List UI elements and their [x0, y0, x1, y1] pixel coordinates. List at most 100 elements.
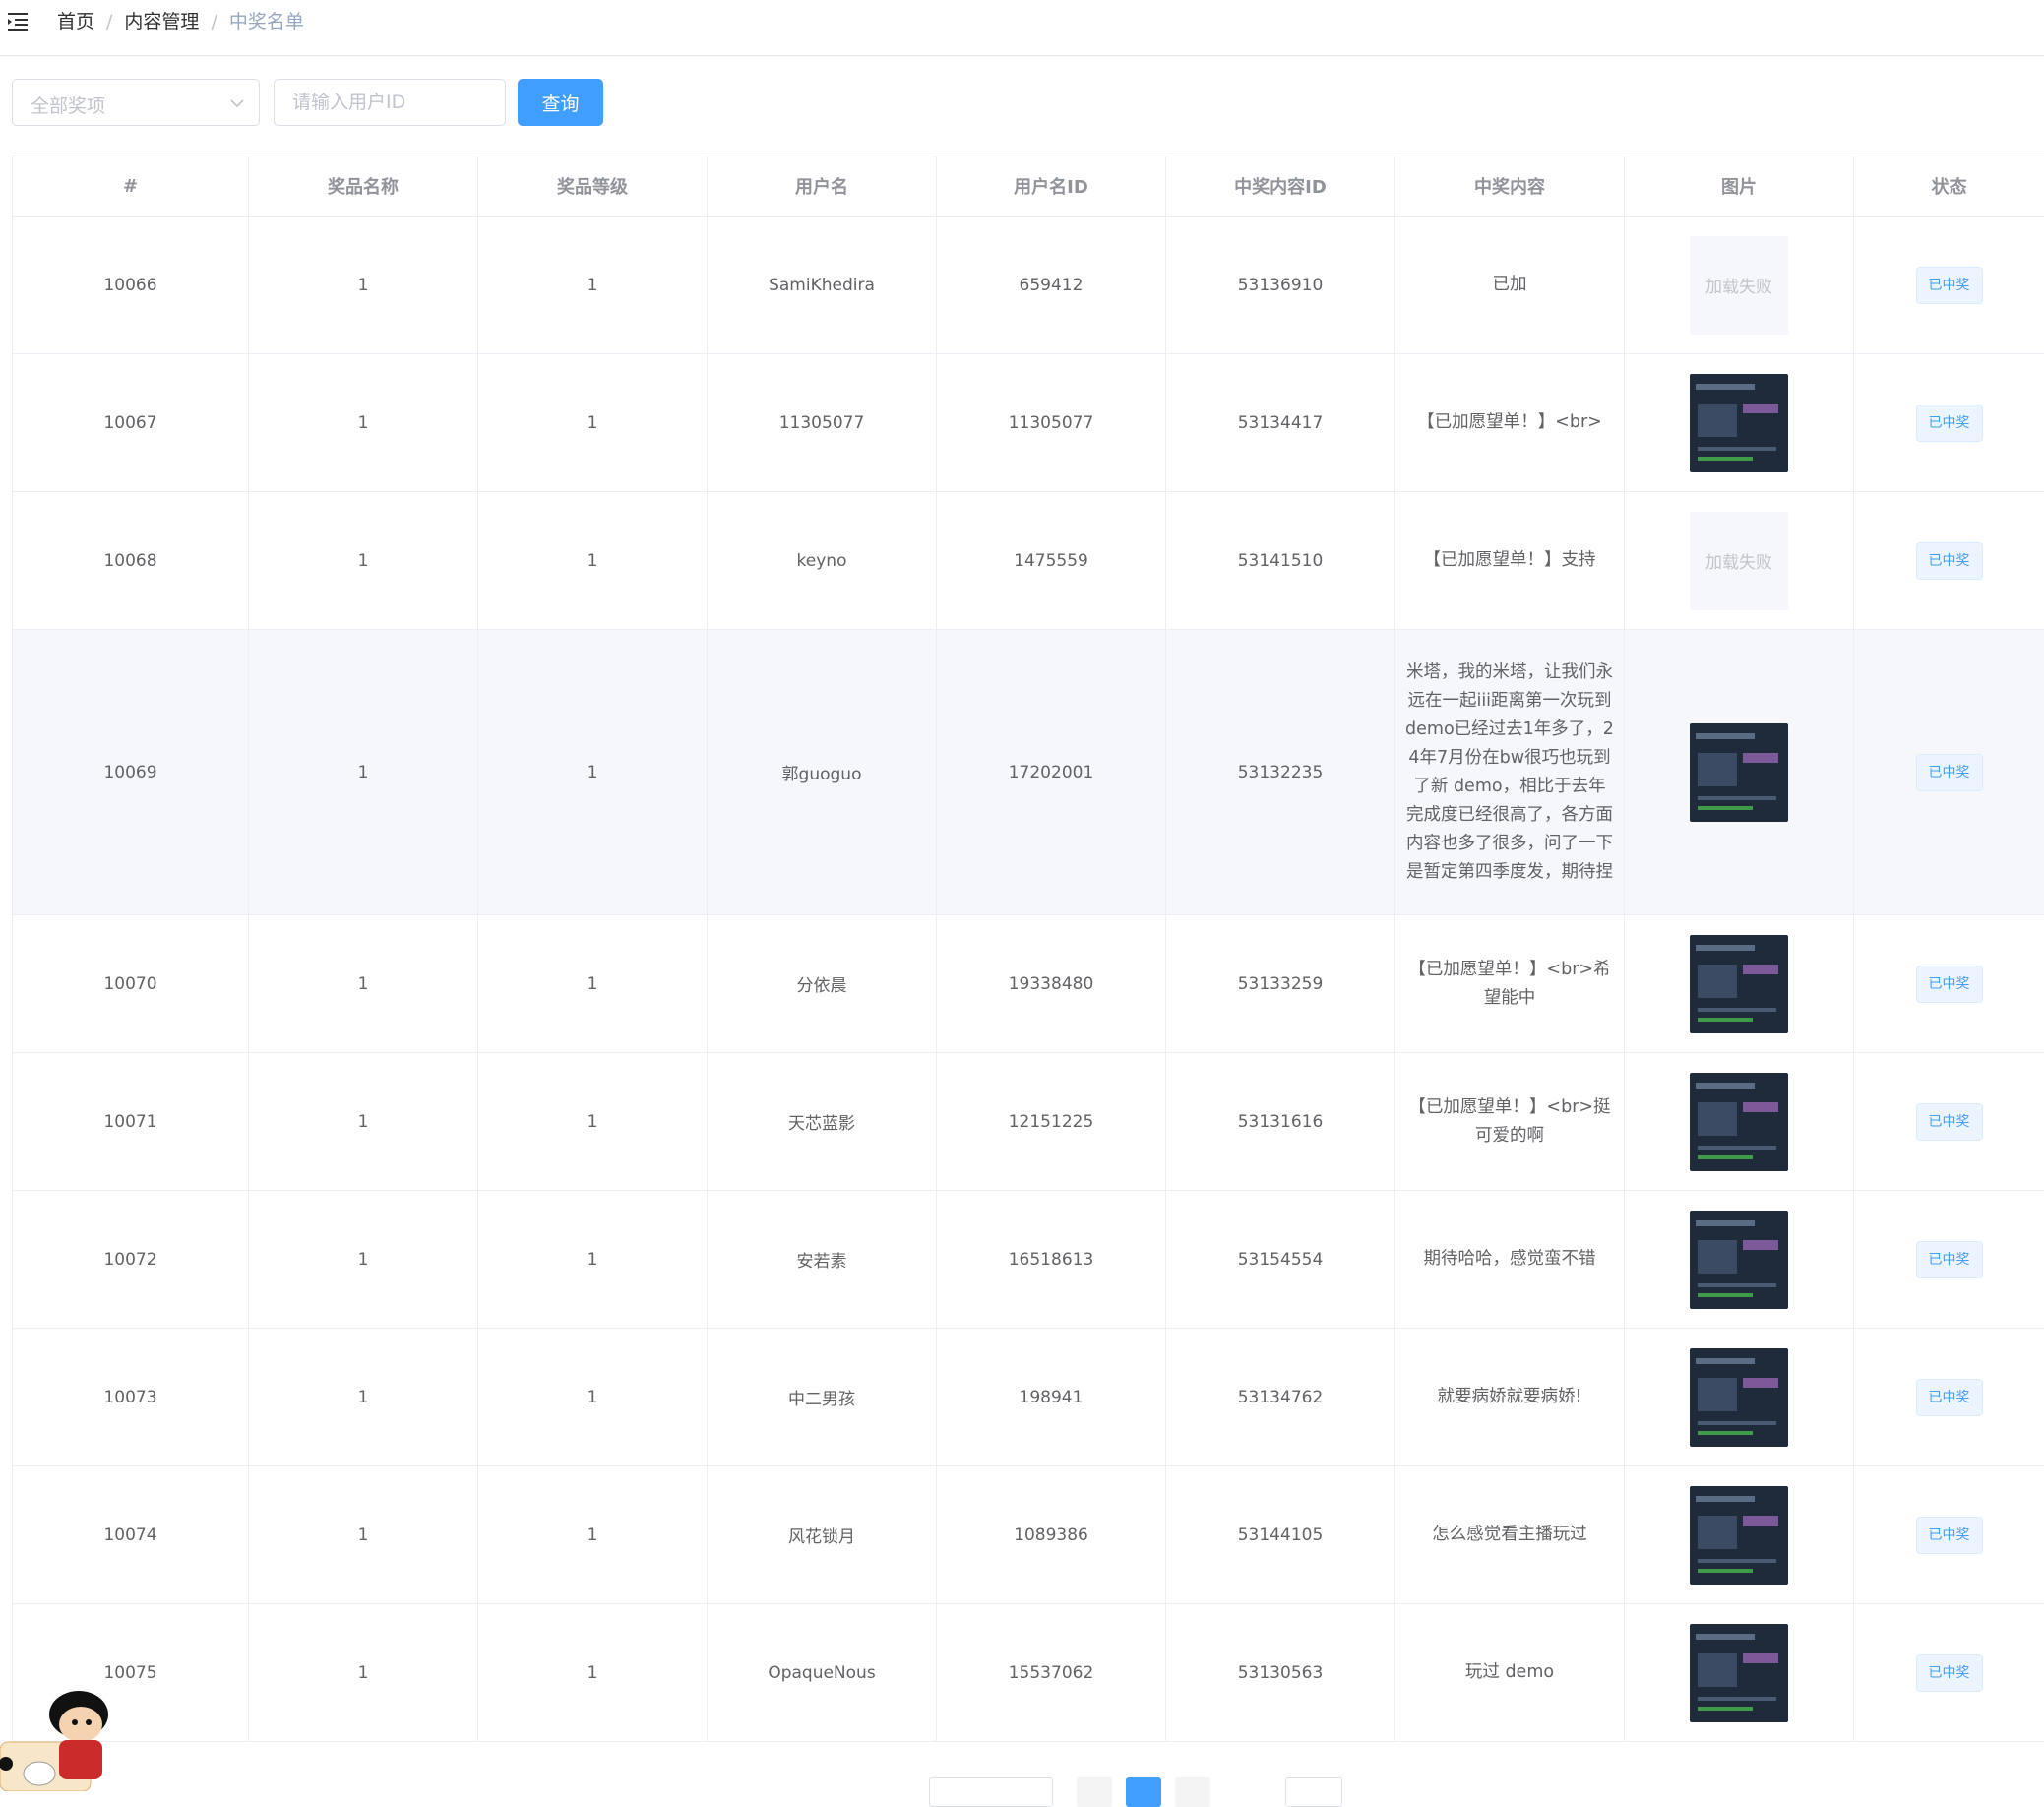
- image-fail-text: 加载失败: [1705, 273, 1772, 297]
- screenshot-thumbnail[interactable]: [1690, 723, 1788, 822]
- cell-prize-level: 1: [478, 217, 708, 354]
- cell-index: 10073: [13, 1329, 249, 1466]
- cell-content-id: 53136910: [1166, 217, 1395, 354]
- win-content-text: 【已加愿望单！】<br>希望能中: [1405, 956, 1614, 1013]
- cell-user-id: 11305077: [937, 354, 1166, 492]
- cell-username: SamiKhedira: [708, 217, 937, 354]
- breadcrumb-separator: /: [211, 11, 217, 32]
- cell-content-id: 53133259: [1166, 915, 1395, 1053]
- col-header-index: #: [13, 156, 249, 217]
- win-content-text: 【已加愿望单！】<br>: [1405, 408, 1614, 437]
- win-content-text: 米塔，我的米塔，让我们永远在一起iii距离第一次玩到demo已经过去1年多了，2…: [1405, 658, 1614, 887]
- cell-content-id: 53131616: [1166, 1053, 1395, 1191]
- table-row: 1007311中二男孩19894153134762就要病娇就要病娇!已中奖: [13, 1329, 2044, 1466]
- cell-prize-name: 1: [249, 492, 478, 630]
- screenshot-thumbnail[interactable]: [1690, 1073, 1788, 1171]
- cell-prize-level: 1: [478, 1191, 708, 1329]
- image-fail-text: 加载失败: [1705, 548, 1772, 573]
- cell-content-id: 53134417: [1166, 354, 1395, 492]
- prize-filter-select[interactable]: 全部奖项: [12, 79, 260, 126]
- table-row: 1007111天芯蓝影1215122553131616【已加愿望单！】<br>挺…: [13, 1053, 2044, 1191]
- screenshot-thumbnail[interactable]: [1690, 1348, 1788, 1447]
- screenshot-thumbnail[interactable]: [1690, 935, 1788, 1033]
- breadcrumb-separator: /: [106, 11, 112, 32]
- cell-status: 已中奖: [1854, 217, 2044, 354]
- table-row: 1007211安若素1651861353154554期待哈哈，感觉蛮不错已中奖: [13, 1191, 2044, 1329]
- table-header-row: # 奖品名称 奖品等级 用户名 用户名ID 中奖内容ID 中奖内容 图片 状态: [13, 156, 2044, 217]
- cell-status: 已中奖: [1854, 915, 2044, 1053]
- next-page-button[interactable]: [1175, 1777, 1210, 1807]
- cell-status: 已中奖: [1854, 492, 2044, 630]
- cell-prize-name: 1: [249, 630, 478, 915]
- cell-prize-name: 1: [249, 915, 478, 1053]
- pagination: [0, 1777, 2044, 1791]
- col-header-content: 中奖内容: [1395, 156, 1625, 217]
- query-button[interactable]: 查询: [518, 79, 603, 126]
- cell-status: 已中奖: [1854, 354, 2044, 492]
- table-row: 1007511OpaqueNous1553706253130563玩过 demo…: [13, 1604, 2044, 1742]
- status-badge: 已中奖: [1916, 1103, 1983, 1141]
- top-navbar: 首页 / 内容管理 / 中奖名单: [0, 0, 2044, 56]
- screenshot-thumbnail[interactable]: [1690, 1624, 1788, 1722]
- cell-prize-name: 1: [249, 354, 478, 492]
- win-content-text: 【已加愿望单！】支持: [1405, 546, 1614, 575]
- cell-username: OpaqueNous: [708, 1604, 937, 1742]
- page-size-select[interactable]: [929, 1777, 1053, 1807]
- col-header-image: 图片: [1625, 156, 1854, 217]
- page-jump-input[interactable]: [1285, 1777, 1342, 1807]
- cell-index: 10067: [13, 354, 249, 492]
- cell-prize-level: 1: [478, 1466, 708, 1604]
- screenshot-thumbnail[interactable]: [1690, 1211, 1788, 1309]
- cell-prize-level: 1: [478, 915, 708, 1053]
- chevron-down-icon: [229, 95, 245, 111]
- breadcrumb-content-management[interactable]: 内容管理: [124, 11, 199, 32]
- mascot-image[interactable]: [0, 1689, 118, 1791]
- status-badge: 已中奖: [1916, 966, 1983, 1003]
- page-number-current[interactable]: [1126, 1777, 1161, 1807]
- prev-page-button[interactable]: [1077, 1777, 1112, 1807]
- cell-image: [1625, 1053, 1854, 1191]
- cell-content: 米塔，我的米塔，让我们永远在一起iii距离第一次玩到demo已经过去1年多了，2…: [1395, 630, 1625, 915]
- table-row: 1006911郭guoguo1720200153132235米塔，我的米塔，让我…: [13, 630, 2044, 915]
- image-load-failed[interactable]: 加载失败: [1690, 236, 1788, 335]
- cell-index: 10069: [13, 630, 249, 915]
- screenshot-thumbnail[interactable]: [1690, 1486, 1788, 1585]
- image-load-failed[interactable]: 加载失败: [1690, 512, 1788, 610]
- breadcrumb: 首页 / 内容管理 / 中奖名单: [57, 9, 304, 34]
- col-header-content-id: 中奖内容ID: [1166, 156, 1395, 217]
- table-row: 1006611SamiKhedira65941253136910已加加载失败已中…: [13, 217, 2044, 354]
- win-content-text: 玩过 demo: [1405, 1658, 1614, 1687]
- cell-content-id: 53132235: [1166, 630, 1395, 915]
- menu-fold-icon[interactable]: [8, 12, 30, 31]
- cell-index: 10070: [13, 915, 249, 1053]
- table-row: 1007411风花锁月108938653144105怎么感觉看主播玩过已中奖: [13, 1466, 2044, 1604]
- cell-user-id: 15537062: [937, 1604, 1166, 1742]
- cell-prize-level: 1: [478, 1053, 708, 1191]
- cell-index: 10072: [13, 1191, 249, 1329]
- cell-username: 11305077: [708, 354, 937, 492]
- cell-image: [1625, 630, 1854, 915]
- col-header-prize-name: 奖品名称: [249, 156, 478, 217]
- cell-image: [1625, 354, 1854, 492]
- cell-content: 怎么感觉看主播玩过: [1395, 1466, 1625, 1604]
- cell-user-id: 1089386: [937, 1466, 1166, 1604]
- cell-prize-name: 1: [249, 217, 478, 354]
- cell-content: 已加: [1395, 217, 1625, 354]
- cell-username: 安若素: [708, 1191, 937, 1329]
- cell-prize-name: 1: [249, 1191, 478, 1329]
- cell-user-id: 12151225: [937, 1053, 1166, 1191]
- breadcrumb-home[interactable]: 首页: [57, 11, 94, 32]
- user-id-search-input[interactable]: [274, 79, 506, 126]
- screenshot-thumbnail[interactable]: [1690, 374, 1788, 472]
- cell-username: 风花锁月: [708, 1466, 937, 1604]
- cell-content-id: 53134762: [1166, 1329, 1395, 1466]
- status-badge: 已中奖: [1916, 1241, 1983, 1278]
- cell-prize-name: 1: [249, 1329, 478, 1466]
- cell-status: 已中奖: [1854, 1466, 2044, 1604]
- status-badge: 已中奖: [1916, 1379, 1983, 1416]
- cell-status: 已中奖: [1854, 1604, 2044, 1742]
- status-badge: 已中奖: [1916, 405, 1983, 442]
- cell-image: [1625, 1466, 1854, 1604]
- breadcrumb-current: 中奖名单: [229, 11, 304, 32]
- cell-user-id: 1475559: [937, 492, 1166, 630]
